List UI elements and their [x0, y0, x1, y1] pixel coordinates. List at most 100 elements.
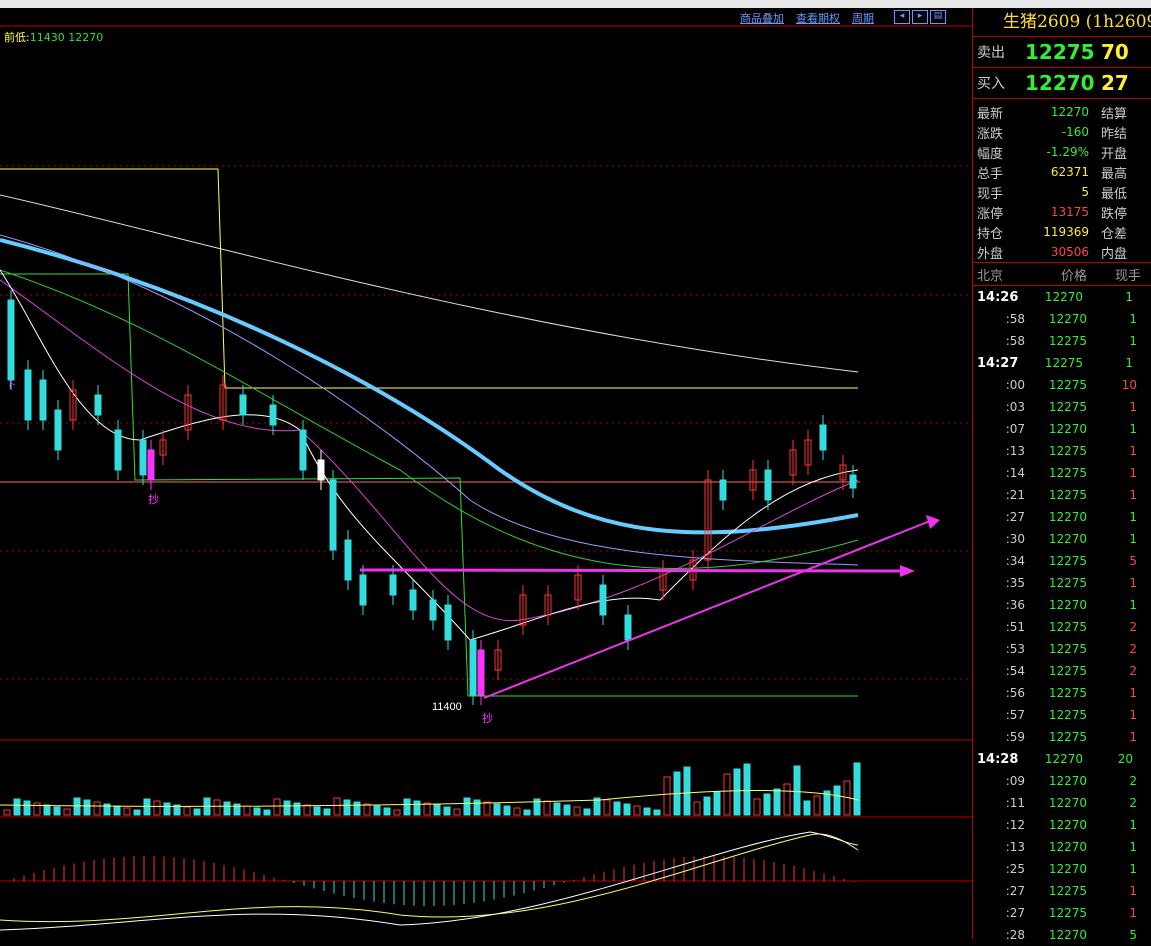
tick-row[interactable]: :36 12270 1 [973, 594, 1151, 616]
candle-body [147, 449, 155, 481]
tick-row[interactable]: 14:28 12270 20 [973, 748, 1151, 770]
horizontal-arrow-line [359, 568, 906, 573]
stat-row: 涨跌 -160 昨结 [973, 122, 1151, 142]
volume-bar [253, 807, 261, 816]
overlay-link[interactable]: 商品叠加 [740, 10, 784, 26]
volume-bar [53, 806, 61, 816]
stat-label-right: 跌停 [1101, 206, 1128, 222]
tick-price: 12270 [1048, 840, 1087, 854]
volume-bar [653, 809, 661, 816]
tick-row[interactable]: :54 12275 2 [973, 660, 1151, 682]
volume-bar [423, 802, 431, 816]
prev-low-value-2: 12270 [68, 31, 104, 44]
tick-qty: 1 [1129, 840, 1137, 854]
tick-row[interactable]: :59 12275 1 [973, 726, 1151, 748]
tick-time: :35 [1005, 576, 1025, 590]
tick-row[interactable]: :12 12270 1 [973, 814, 1151, 836]
tick-row[interactable]: :53 12275 2 [973, 638, 1151, 660]
prev-arrow-icon[interactable]: ◂ [894, 10, 910, 24]
tick-row[interactable]: :27 12275 1 [973, 902, 1151, 924]
candle-body [469, 639, 477, 696]
tick-row[interactable]: :30 12270 1 [973, 528, 1151, 550]
candle-body [317, 459, 325, 481]
tick-row[interactable]: :14 12275 1 [973, 462, 1151, 484]
tick-qty: 1 [1129, 576, 1137, 590]
tick-row[interactable]: :11 12270 2 [973, 792, 1151, 814]
tick-price: 12270 [1048, 928, 1087, 942]
tick-price: 12270 [1048, 422, 1087, 436]
tick-time: :14 [1005, 466, 1025, 480]
tick-row[interactable]: :21 12275 1 [973, 484, 1151, 506]
volume-bar [383, 807, 391, 816]
tick-row[interactable]: :56 12275 1 [973, 682, 1151, 704]
volume-bar [853, 762, 861, 816]
sell-label: 卖出 [977, 45, 1005, 61]
chart-toolbar: 商品叠加 查看期权 周期 ◂ ▸ ▤ [740, 10, 946, 26]
stat-label-right: 内盘 [1101, 246, 1128, 262]
volume-ma-line [0, 790, 859, 807]
tick-row[interactable]: :13 12270 1 [973, 836, 1151, 858]
tick-row[interactable]: :58 12270 1 [973, 308, 1151, 330]
stat-row: 幅度 -1.29% 开盘 [973, 142, 1151, 162]
volume-bar [223, 801, 231, 816]
volume-bar [483, 801, 491, 816]
tick-price: 12270 [1044, 752, 1083, 766]
stat-value: 5 [1081, 185, 1089, 199]
tick-row[interactable]: :25 12270 1 [973, 858, 1151, 880]
volume-bar [113, 805, 121, 816]
candle-body [299, 429, 307, 471]
volume-bar [323, 808, 331, 816]
candle-body [54, 409, 62, 451]
tick-qty: 1 [1129, 906, 1137, 920]
buy-signal-marker: 抄 [148, 492, 159, 506]
options-link[interactable]: 查看期权 [796, 10, 840, 26]
kline-chart-area[interactable]: 11400 抄抄卜 前低:11430 12270 [0, 0, 972, 939]
next-arrow-icon[interactable]: ▸ [912, 10, 928, 24]
volume-bar [343, 799, 351, 816]
tick-table[interactable]: 14:26 12270 1:58 12270 1:58 12275 1 14:27 12275 1… [973, 286, 1151, 946]
tick-price: 12270 [1048, 510, 1087, 524]
sell-quote[interactable]: 卖出 12275 70 [973, 37, 1151, 68]
tick-row[interactable]: :27 12270 1 [973, 506, 1151, 528]
volume-bar [763, 793, 771, 816]
tick-time: :57 [1005, 708, 1025, 722]
tick-qty: 1 [1129, 884, 1137, 898]
tick-row[interactable]: :07 12270 1 [973, 418, 1151, 440]
tick-qty: 10 [1121, 378, 1137, 392]
tick-row[interactable]: :57 12275 1 [973, 704, 1151, 726]
tick-time: :00 [1005, 378, 1025, 392]
tick-qty: 2 [1129, 796, 1137, 810]
tick-row[interactable]: 14:27 12275 1 [973, 352, 1151, 374]
volume-bar [813, 795, 821, 816]
volume-bar [623, 803, 631, 816]
tick-time: :27 [1005, 510, 1025, 524]
period-link[interactable]: 周期 [852, 10, 874, 26]
layout-icon[interactable]: ▤ [930, 10, 946, 24]
tick-row[interactable]: :09 12270 2 [973, 770, 1151, 792]
tick-time: 14:28 [977, 751, 1019, 767]
tick-time: :13 [1005, 840, 1025, 854]
tick-row[interactable]: 14:26 12270 1 [973, 286, 1151, 308]
tick-qty: 2 [1129, 664, 1137, 678]
tick-row[interactable]: :35 12275 1 [973, 572, 1151, 594]
tick-row[interactable]: :27 12275 1 [973, 880, 1151, 902]
tick-qty: 2 [1129, 620, 1137, 634]
volume-bar [233, 803, 241, 816]
tick-row[interactable]: :00 12275 10 [973, 374, 1151, 396]
volume-bar [313, 806, 321, 816]
tick-row[interactable]: :28 12270 5 [973, 924, 1151, 946]
col-qty: 现手 [1114, 268, 1141, 284]
tick-time: :56 [1005, 686, 1025, 700]
volume-bar [643, 807, 651, 816]
tick-row[interactable]: :13 12275 1 [973, 440, 1151, 462]
tick-row[interactable]: :03 12275 1 [973, 396, 1151, 418]
candle-body [599, 584, 607, 616]
volume-bar [793, 765, 801, 816]
volume-bar [33, 802, 41, 816]
volume-bar [143, 798, 151, 816]
tick-row[interactable]: :34 12275 5 [973, 550, 1151, 572]
tick-row[interactable]: :58 12275 1 [973, 330, 1151, 352]
tick-row[interactable]: :51 12275 2 [973, 616, 1151, 638]
buy-quote[interactable]: 买入 12270 27 [973, 68, 1151, 99]
stat-value: -1.29% [1046, 145, 1089, 159]
